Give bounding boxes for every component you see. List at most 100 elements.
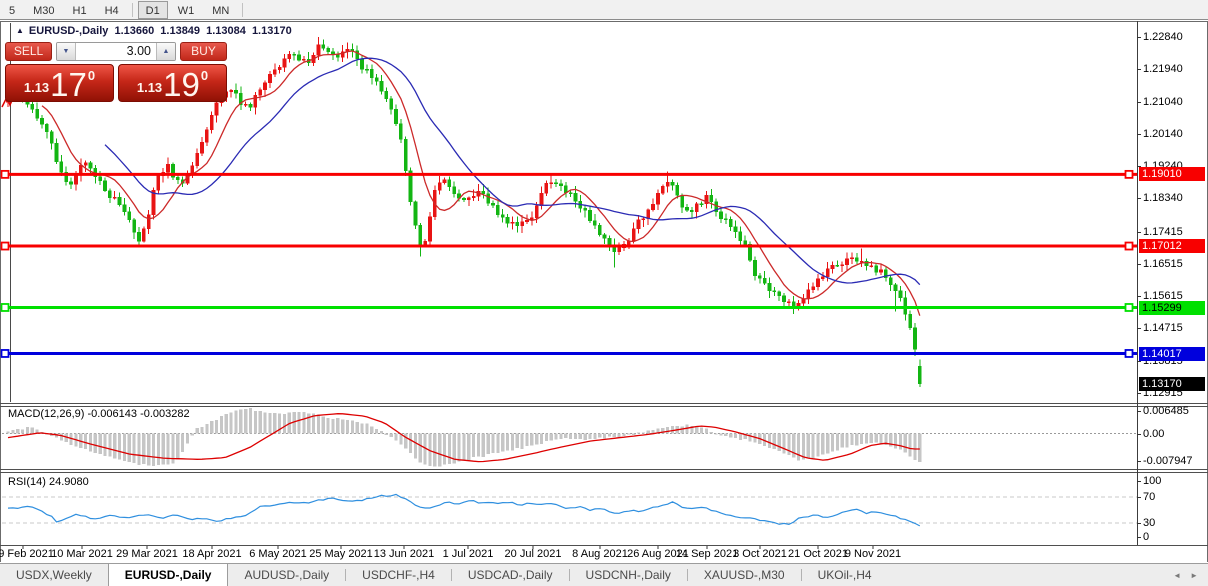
date-axis-label: 6 May 2021 (249, 548, 306, 560)
pane-separator (0, 472, 1208, 473)
date-axis-label: 13 Jun 2021 (374, 548, 435, 560)
rsi-axis-tick (1137, 497, 1141, 498)
date-axis-label: 9 Nov 2021 (845, 548, 901, 560)
date-axis-label: 29 Mar 2021 (116, 548, 178, 560)
chart-tab-xauusd-m30[interactable]: XAUUSD-,M30 (688, 564, 801, 586)
price-axis-tick (1137, 37, 1141, 38)
tab-scroll-right-icon[interactable]: ► (1190, 571, 1198, 580)
ohlc-low: 1.13084 (206, 25, 246, 37)
chart-tab-ukoil-h4[interactable]: UKOil-,H4 (802, 564, 888, 586)
timeframe-button-h4[interactable]: H4 (97, 1, 127, 19)
buy-button[interactable]: BUY (180, 42, 227, 61)
price-axis-label: 1.20140 (1143, 128, 1183, 140)
sell-big-figure: 1.13 (24, 80, 49, 95)
rsi-axis-tick (1137, 537, 1141, 538)
volume-increment-button[interactable]: ▲ (156, 43, 175, 60)
one-click-toggle-icon[interactable]: ▲ (16, 26, 24, 35)
date-axis-label: 8 Aug 2021 (572, 548, 628, 560)
ohlc-high: 1.13849 (160, 25, 200, 37)
date-axis-label: 20 Jul 2021 (505, 548, 562, 560)
rsi-axis-label: 70 (1143, 491, 1155, 503)
rsi-axis-tick (1137, 523, 1141, 524)
price-axis-tick (1137, 328, 1141, 329)
price-level-tag: 1.19010 (1139, 167, 1205, 181)
chart-tab-usdcad-daily[interactable]: USDCAD-,Daily (452, 564, 569, 586)
chart-tab-audusd-daily[interactable]: AUDUSD-,Daily (228, 564, 345, 586)
price-axis-label: 1.21040 (1143, 96, 1183, 108)
tab-scroll-arrows: ◄► (1173, 564, 1208, 586)
chart-tab-usdx-weekly[interactable]: USDX,Weekly (0, 564, 108, 586)
tab-scroll-left-icon[interactable]: ◄ (1173, 571, 1181, 580)
buy-big-figure: 1.13 (137, 80, 162, 95)
current-price-tag: 1.13170 (1139, 377, 1205, 391)
chart-symbol-label: EURUSD-,Daily (29, 25, 108, 37)
sell-pipette: 0 (88, 68, 95, 83)
chart-tab-usdcnh-daily[interactable]: USDCNH-,Daily (570, 564, 687, 586)
date-axis-label: 25 May 2021 (309, 548, 373, 560)
buy-price-tile[interactable]: 1.13 19 0 (118, 64, 227, 102)
buy-pipette: 0 (201, 68, 208, 83)
macd-axis-tick (1137, 461, 1141, 462)
price-axis-label: 1.21940 (1143, 63, 1183, 75)
chart-tab-eurusd-daily[interactable]: EURUSD-,Daily (108, 564, 229, 586)
timeframe-button-mn[interactable]: MN (204, 1, 237, 19)
date-axis-label: 21 Oct 2021 (788, 548, 848, 560)
price-axis-label: 1.22840 (1143, 31, 1183, 43)
chart-tab-usdchf-h4[interactable]: USDCHF-,H4 (346, 564, 451, 586)
price-axis-label: 1.16515 (1143, 258, 1183, 270)
price-axis-border (1137, 21, 1138, 545)
macd-axis-tick (1137, 411, 1141, 412)
chart-header: ▲ EURUSD-,Daily 1.13660 1.13849 1.13084 1… (16, 25, 295, 37)
timeframe-button-m30[interactable]: M30 (25, 1, 62, 19)
timeframe-button-h1[interactable]: H1 (65, 1, 95, 19)
macd-axis-tick (1137, 434, 1141, 435)
price-axis-tick (1137, 69, 1141, 70)
date-axis-label: 10 Mar 2021 (51, 548, 113, 560)
sell-price-tile[interactable]: 1.13 17 0 (5, 64, 114, 102)
timeframe-button-5[interactable]: 5 (1, 1, 23, 19)
price-axis-tick (1137, 198, 1141, 199)
rsi-axis-tick (1137, 481, 1141, 482)
ohlc-close: 1.13170 (252, 25, 292, 37)
rsi-label: RSI(14) 24.9080 (8, 476, 89, 488)
price-axis-label: 1.17415 (1143, 226, 1183, 238)
rsi-axis-label: 0 (1143, 531, 1149, 543)
timeframe-toolbar: 5M30H1H4 D1W1MN (0, 0, 1208, 20)
timeframe-button-d1[interactable]: D1 (138, 1, 168, 19)
rsi-axis-label: 100 (1143, 475, 1161, 487)
pane-separator[interactable] (0, 469, 1208, 470)
date-axis-border (0, 545, 1208, 546)
price-axis-tick (1137, 134, 1141, 135)
one-click-trading-panel: SELL ▼ 3.00 ▲ BUY 1.13 17 0 1.13 19 0 (5, 42, 227, 102)
volume-stepper: ▼ 3.00 ▲ (56, 42, 176, 61)
macd-axis-label: 0.00 (1143, 428, 1164, 440)
price-level-tag: 1.17012 (1139, 239, 1205, 253)
pane-separator (0, 406, 1208, 407)
rsi-axis-label: 30 (1143, 517, 1155, 529)
price-axis-label: 1.18340 (1143, 192, 1183, 204)
date-axis-label: 1 Jul 2021 (443, 548, 494, 560)
toolbar-separator (132, 3, 133, 17)
price-level-tag: 1.14017 (1139, 347, 1205, 361)
price-axis-tick (1137, 393, 1141, 394)
volume-decrement-button[interactable]: ▼ (57, 43, 76, 60)
macd-label: MACD(12,26,9) -0.006143 -0.003282 (8, 408, 190, 420)
date-axis-label: 14 Sep 2021 (676, 548, 738, 560)
price-axis-tick (1137, 296, 1141, 297)
pane-separator[interactable] (0, 403, 1208, 404)
buy-pips: 19 (163, 69, 200, 100)
price-axis-tick (1137, 361, 1141, 362)
sell-button[interactable]: SELL (5, 42, 52, 61)
macd-axis-label: -0.007947 (1143, 455, 1193, 467)
timeframe-button-w1[interactable]: W1 (170, 1, 203, 19)
date-axis-label: 3 Oct 2021 (733, 548, 787, 560)
toolbar-separator (242, 3, 243, 17)
ohlc-open: 1.13660 (114, 25, 154, 37)
chart-tab-bar: USDX,WeeklyEURUSD-,DailyAUDUSD-,DailyUSD… (0, 563, 1208, 586)
macd-axis-label: 0.006485 (1143, 405, 1189, 417)
volume-field[interactable]: 3.00 (76, 43, 156, 60)
sell-pips: 17 (50, 69, 87, 100)
date-axis-label: 19 Feb 2021 (0, 548, 54, 560)
price-axis-label: 1.14715 (1143, 322, 1183, 334)
price-axis-tick (1137, 232, 1141, 233)
